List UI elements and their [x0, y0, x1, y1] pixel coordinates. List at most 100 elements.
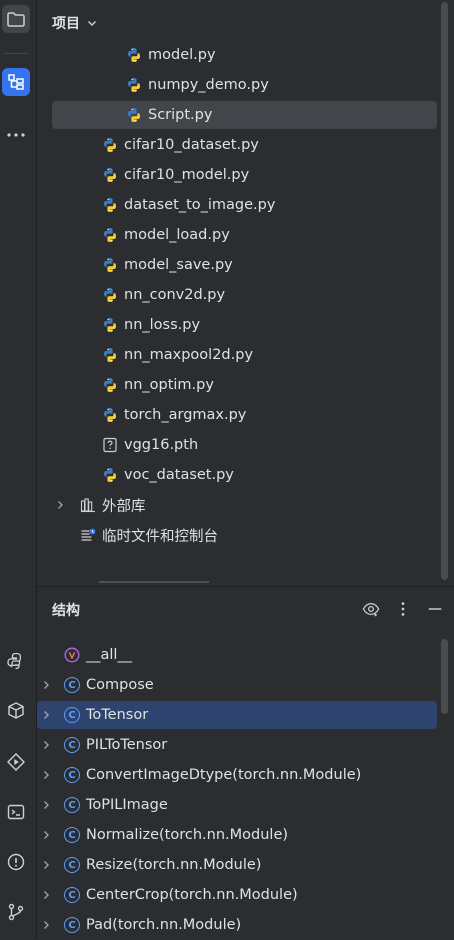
project-tree-item[interactable]: Script.py [52, 101, 437, 129]
project-tree-item[interactable]: nn_conv2d.py [52, 281, 437, 309]
python-file-icon [102, 257, 118, 273]
project-tree-item-label: voc_dataset.py [124, 467, 234, 483]
structure-item[interactable]: C Pad(torch.nn.Module) [37, 911, 437, 939]
chevron-right-icon[interactable] [38, 797, 54, 813]
run-icon [7, 753, 25, 771]
minimize-icon[interactable] [426, 600, 444, 618]
class-icon: C [64, 857, 80, 873]
chevron-right-icon[interactable] [38, 917, 54, 933]
structure-item[interactable]: C Normalize(torch.nn.Module) [37, 821, 437, 849]
project-tree-item[interactable]: cifar10_dataset.py [52, 131, 437, 159]
project-scrollbar[interactable] [441, 2, 448, 580]
class-icon: C [64, 827, 80, 843]
chevron-right-icon[interactable] [38, 677, 54, 693]
project-tree-item-label: nn_optim.py [124, 377, 214, 393]
project-tool-button[interactable] [2, 5, 30, 33]
python-file-icon [102, 407, 118, 423]
project-tree-item[interactable]: dataset_to_image.py [52, 191, 437, 219]
project-tree-item[interactable]: numpy_demo.py [52, 71, 437, 99]
more-vertical-icon[interactable] [394, 600, 412, 618]
class-icon: C [64, 707, 80, 723]
terminal-button[interactable] [2, 798, 30, 826]
more-horizontal-icon [7, 133, 25, 137]
eye-icon[interactable] [362, 600, 380, 618]
project-tree-item-label: cifar10_dataset.py [124, 137, 259, 153]
library-icon [80, 497, 96, 513]
structure-item[interactable]: C ToPILImage [37, 791, 437, 819]
structure-item[interactable]: C Compose [37, 671, 437, 699]
structure-item-label: ToPILImage [86, 797, 168, 813]
project-tree-item-label: 临时文件和控制台 [102, 528, 218, 545]
project-panel-title: 项目 [52, 16, 80, 32]
project-tree-item[interactable]: torch_argmax.py [52, 401, 437, 429]
run-button[interactable] [2, 748, 30, 776]
problems-icon [7, 853, 25, 871]
project-panel-header[interactable]: 项目 [52, 13, 98, 33]
project-tree-item[interactable]: 临时文件和控制台 [52, 521, 437, 549]
structure-tool-button[interactable] [2, 68, 30, 96]
project-tree-item[interactable]: 外部库 [52, 491, 437, 519]
services-button[interactable] [2, 697, 30, 725]
project-tree-item[interactable]: model.py [52, 41, 437, 69]
structure-toolbar [362, 600, 444, 618]
structure-item[interactable]: C Resize(torch.nn.Module) [37, 851, 437, 879]
git-button[interactable] [2, 898, 30, 926]
python-file-icon [126, 107, 142, 123]
structure-item-label: __all__ [86, 647, 132, 663]
python-file-icon [102, 347, 118, 363]
project-tree-item[interactable]: nn_optim.py [52, 371, 437, 399]
python-file-icon [126, 77, 142, 93]
chevron-right-icon[interactable] [38, 737, 54, 753]
structure-item[interactable]: C CenterCrop(torch.nn.Module) [37, 881, 437, 909]
packages-icon [8, 702, 24, 719]
more-tools-button[interactable] [2, 121, 30, 149]
structure-item[interactable]: C PILToTensor [37, 731, 437, 759]
chevron-right-icon[interactable] [52, 497, 68, 513]
python-console-icon [7, 652, 21, 670]
structure-icon [8, 74, 24, 90]
chevron-right-icon[interactable] [38, 647, 54, 663]
project-tree-item-label: Script.py [148, 107, 213, 123]
git-branch-icon [8, 903, 24, 921]
project-tree-item[interactable]: cifar10_model.py [52, 161, 437, 189]
truncated-row-fragment [99, 578, 219, 585]
project-tree-item-label: 外部库 [102, 498, 146, 515]
project-tree-item-label: nn_loss.py [124, 317, 201, 333]
chevron-right-icon[interactable] [38, 887, 54, 903]
python-file-icon [102, 287, 118, 303]
project-tree-item[interactable]: model_save.py [52, 251, 437, 279]
project-tree-item[interactable]: nn_loss.py [52, 311, 437, 339]
chevron-right-icon[interactable] [38, 857, 54, 873]
scratches-icon [80, 527, 96, 543]
structure-item[interactable]: C ToTensor [37, 701, 437, 729]
structure-item-label: ConvertImageDtype(torch.nn.Module) [86, 767, 362, 783]
structure-item[interactable]: __all__ [37, 641, 437, 669]
project-tree-item-label: model_save.py [124, 257, 233, 273]
python-file-icon [126, 47, 142, 63]
structure-item-label: CenterCrop(torch.nn.Module) [86, 887, 298, 903]
project-tree-item[interactable]: vgg16.pth [52, 431, 437, 459]
project-tree-item-label: cifar10_model.py [124, 167, 250, 183]
class-icon: C [64, 917, 80, 933]
python-file-icon [102, 317, 118, 333]
project-tree-item[interactable]: voc_dataset.py [52, 461, 437, 489]
project-tree-item[interactable]: model_load.py [52, 221, 437, 249]
chevron-right-icon[interactable] [38, 707, 54, 723]
python-file-icon [102, 137, 118, 153]
class-icon: C [64, 677, 80, 693]
class-icon: C [64, 887, 80, 903]
project-tree-item[interactable]: nn_maxpool2d.py [52, 341, 437, 369]
class-icon: C [64, 737, 80, 753]
project-tree-item-label: vgg16.pth [124, 437, 199, 453]
chevron-right-icon[interactable] [38, 767, 54, 783]
structure-item[interactable]: C ConvertImageDtype(torch.nn.Module) [37, 761, 437, 789]
python-file-icon [102, 467, 118, 483]
python-packages-button[interactable] [2, 647, 30, 675]
chevron-right-icon[interactable] [38, 827, 54, 843]
structure-scrollbar[interactable] [441, 639, 448, 714]
chevron-right-icon[interactable] [52, 527, 68, 543]
project-tree-item-label: torch_argmax.py [124, 407, 247, 423]
problems-button[interactable] [2, 848, 30, 876]
terminal-icon [7, 804, 25, 820]
project-tree-item-label: numpy_demo.py [148, 77, 269, 93]
